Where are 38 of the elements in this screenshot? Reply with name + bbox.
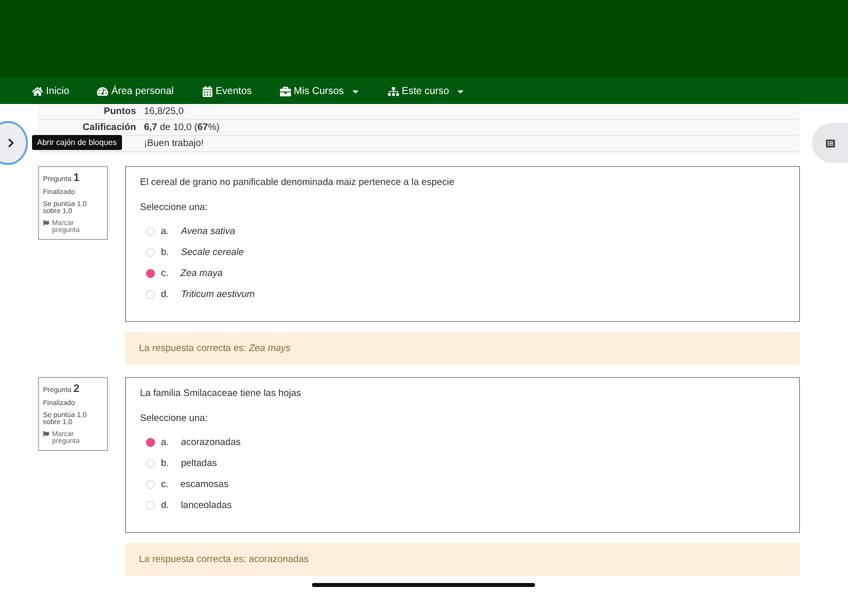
question-text: La familia Smilacaceae tiene las hojas: [140, 388, 302, 399]
option-label[interactable]: b. peltadas: [161, 458, 217, 469]
nav-link[interactable]: Mis Cursos: [280, 86, 360, 96]
option-label[interactable]: c. escamosas: [161, 479, 228, 490]
option-label[interactable]: d. lanceoladas: [161, 500, 232, 511]
summary-value: 6,7 de 10,0 (67%): [144, 122, 220, 133]
answer-prompt: Seleccione una:: [140, 413, 209, 424]
option-label[interactable]: a. acorazonadas: [161, 437, 241, 448]
summary-value: 16,8/25,0: [144, 106, 184, 117]
correct-answer-feedback: La respuesta correcta es: acorazonadas: [125, 543, 800, 576]
calendar-icon: [202, 86, 213, 96]
block-drawer-button[interactable]: [812, 123, 848, 163]
nav-link[interactable]: Área personal: [97, 86, 174, 96]
chevron-right-icon: [6, 138, 16, 148]
gauge-icon: [97, 86, 108, 96]
option-label[interactable]: a. Avena sativa: [161, 226, 236, 237]
summary-value: ¡Buen trabajo!: [144, 138, 204, 149]
summary-label: Calificación: [82, 122, 137, 133]
tooltip: Abrir cajón de bloques: [32, 135, 122, 150]
sitemap-icon: [388, 86, 399, 96]
summary-label: Puntos: [102, 106, 137, 117]
nav-link[interactable]: Inicio: [32, 86, 70, 96]
flag-icon: [43, 220, 49, 226]
briefcase-icon: [280, 86, 291, 96]
drawer-button[interactable]: [0, 121, 28, 165]
nav-link[interactable]: Este curso: [388, 86, 466, 96]
option-label[interactable]: d. Triticum aestivum: [161, 289, 255, 300]
correct-answer-feedback: La respuesta correcta es: Zea mays: [125, 332, 800, 365]
home-icon: [32, 86, 43, 96]
option-label[interactable]: b. Secale cereale: [161, 247, 244, 258]
answer-prompt: Seleccione una:: [140, 202, 209, 213]
list-icon: [826, 138, 834, 148]
flag-icon: [43, 431, 49, 437]
option-label[interactable]: c. Zea maya: [161, 268, 223, 279]
radio-button[interactable]: [146, 438, 155, 447]
radio-button[interactable]: [146, 269, 155, 278]
question-text: El cereal de grano no panificable denominada maiz pertenece a la especie: [140, 177, 456, 188]
nav-link[interactable]: Eventos: [202, 86, 252, 96]
